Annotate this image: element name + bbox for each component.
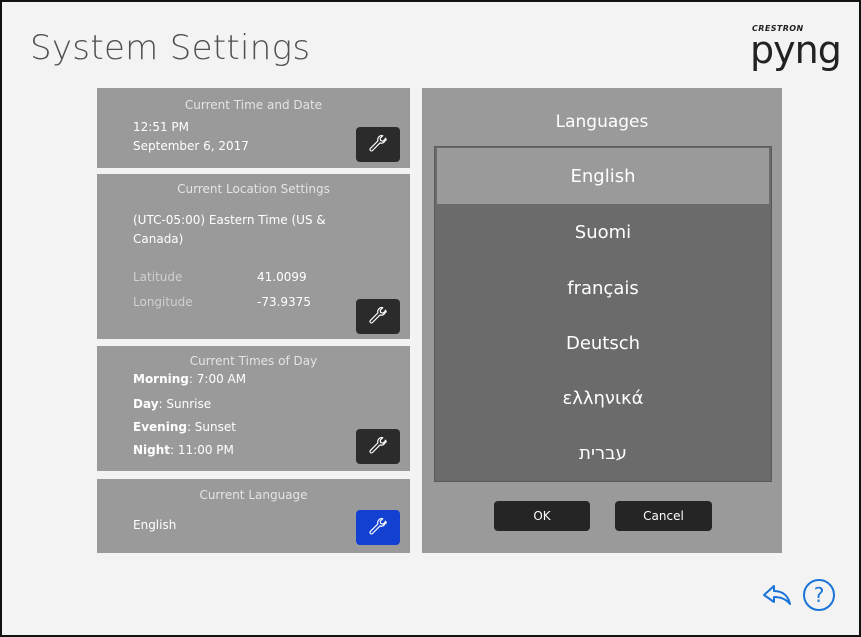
language-option-deutsch[interactable]: Deutsch bbox=[437, 315, 769, 371]
times-row-morning: Morning: 7:00 AM bbox=[133, 372, 247, 386]
times-row-day: Day: Sunrise bbox=[133, 397, 212, 411]
times-of-day-card: Current Times of Day Morning: 7:00 AM Da… bbox=[97, 346, 410, 471]
language-option-greek[interactable]: ελληνικά bbox=[437, 370, 769, 426]
wrench-icon bbox=[369, 306, 387, 324]
edit-time-date-button[interactable] bbox=[356, 127, 400, 162]
app-frame: System Settings CRESTRON pyng Current Ti… bbox=[0, 0, 861, 637]
wrench-icon bbox=[369, 134, 387, 152]
times-row-night: Night: 11:00 PM bbox=[133, 443, 234, 457]
language-option-hebrew[interactable]: עברית bbox=[437, 425, 769, 481]
longitude-label: Longitude bbox=[133, 295, 193, 309]
languages-dialog-title: Languages bbox=[555, 112, 649, 132]
location-card: Current Location Settings (UTC-05:00) Ea… bbox=[97, 174, 410, 339]
edit-times-of-day-button[interactable] bbox=[356, 429, 400, 464]
edit-location-button[interactable] bbox=[356, 299, 400, 334]
time-date-card: Current Time and Date 12:51 PM September… bbox=[97, 88, 410, 168]
wrench-icon bbox=[369, 517, 387, 535]
longitude-value: -73.9375 bbox=[257, 295, 311, 309]
back-arrow-icon[interactable] bbox=[762, 582, 792, 608]
language-card: Current Language English bbox=[97, 479, 410, 553]
location-card-title: Current Location Settings bbox=[177, 182, 330, 196]
wrench-icon bbox=[369, 436, 387, 454]
page-title: System Settings bbox=[30, 28, 311, 68]
language-option-suomi[interactable]: Suomi bbox=[437, 204, 769, 260]
languages-dialog: Languages English Suomi français Deutsch… bbox=[422, 88, 782, 553]
edit-language-button[interactable] bbox=[356, 510, 400, 545]
language-card-title: Current Language bbox=[199, 488, 308, 502]
time-date-card-title: Current Time and Date bbox=[184, 98, 323, 112]
crestron-pyng-logo: CRESTRON pyng bbox=[750, 24, 842, 76]
languages-list[interactable]: English Suomi français Deutsch ελληνικά … bbox=[434, 146, 772, 482]
timezone-line1: (UTC-05:00) Eastern Time (US & bbox=[133, 213, 326, 227]
language-option-english[interactable]: English bbox=[437, 148, 769, 204]
latitude-value: 41.0099 bbox=[257, 270, 307, 284]
cancel-button[interactable]: Cancel bbox=[615, 501, 712, 531]
latitude-label: Latitude bbox=[133, 270, 183, 284]
current-date: September 6, 2017 bbox=[133, 139, 249, 153]
svg-text:?: ? bbox=[814, 583, 825, 607]
language-option-francais[interactable]: français bbox=[437, 260, 769, 316]
ok-button[interactable]: OK bbox=[494, 501, 590, 531]
current-time: 12:51 PM bbox=[133, 120, 189, 134]
current-language-value: English bbox=[133, 518, 177, 532]
logo-mark: pyng bbox=[750, 28, 842, 72]
timezone-line2: Canada) bbox=[133, 232, 184, 246]
times-of-day-card-title: Current Times of Day bbox=[189, 354, 318, 368]
help-icon[interactable]: ? bbox=[802, 578, 836, 612]
times-row-evening: Evening: Sunset bbox=[133, 420, 236, 434]
